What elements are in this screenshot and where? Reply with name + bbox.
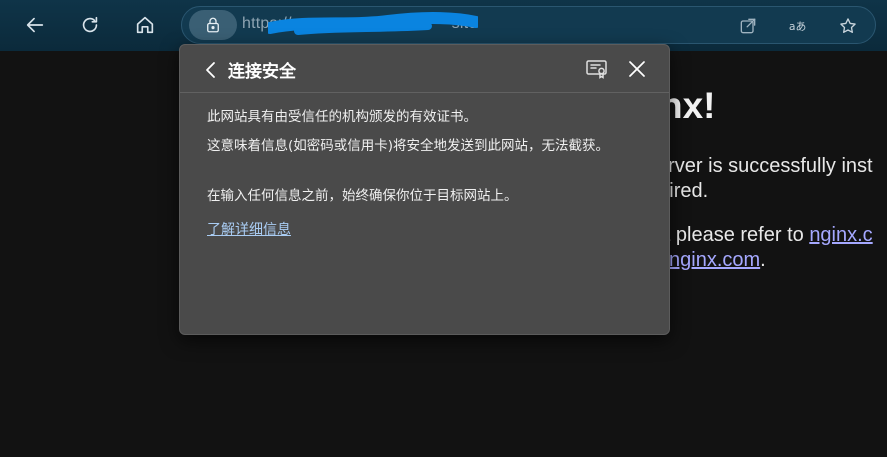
address-bar[interactable]: https://site aあ — [181, 6, 876, 44]
page-line-3-text: ort please refer to — [647, 224, 810, 246]
read-aloud-button[interactable]: aあ — [785, 13, 811, 39]
popup-paragraph-1: 此网站具有由受信任的机构颁发的有效证书。 — [207, 109, 477, 125]
page-line-4: nginx.com. — [669, 249, 766, 272]
page-line-1: server is successfully inst — [647, 155, 873, 177]
refresh-button[interactable] — [72, 8, 108, 42]
read-aloud-icon: aあ — [789, 20, 806, 33]
popup-title: 连接安全 — [228, 62, 296, 82]
redaction-mark — [268, 12, 478, 35]
site-info-button[interactable] — [189, 10, 237, 40]
refresh-icon — [82, 16, 98, 33]
popup-paragraph-2: 这意味着信息(如密码或信用卡)将安全地发送到此网站，无法截获。 — [207, 138, 610, 154]
lock-icon — [207, 17, 219, 33]
favorite-button[interactable] — [835, 13, 861, 39]
close-icon — [629, 61, 645, 77]
popup-header: 连接安全 — [180, 45, 669, 93]
page-line-3: ort please refer to nginx.c — [647, 224, 873, 247]
open-in-app-icon — [740, 18, 756, 34]
popup-close-button[interactable] — [624, 56, 650, 82]
home-button[interactable] — [127, 8, 163, 42]
view-certificate-button[interactable] — [584, 56, 610, 82]
svg-text:aあ: aあ — [789, 20, 806, 33]
nginx-org-link[interactable]: nginx.c — [809, 224, 872, 246]
popup-back-button[interactable] — [200, 59, 222, 81]
open-in-app-button[interactable] — [735, 13, 761, 39]
popup-paragraph-3: 在输入任何信息之前，始终确保你位于目标网站上。 — [207, 188, 518, 204]
home-icon — [136, 16, 154, 34]
chevron-left-icon — [206, 62, 215, 78]
connection-security-popup: 连接安全 此网站具有由受信任的机构颁发的有效证书。 这意味着信息(如密码或信用卡… — [179, 44, 670, 335]
page-line-4-tail: . — [760, 249, 766, 271]
learn-more-link[interactable]: 了解详细信息 — [207, 219, 291, 239]
certificate-icon — [586, 60, 607, 79]
favorite-star-icon — [840, 18, 856, 33]
arrow-left-icon — [26, 17, 44, 33]
nginx-com-link[interactable]: nginx.com — [669, 249, 760, 271]
back-button[interactable] — [17, 8, 53, 42]
